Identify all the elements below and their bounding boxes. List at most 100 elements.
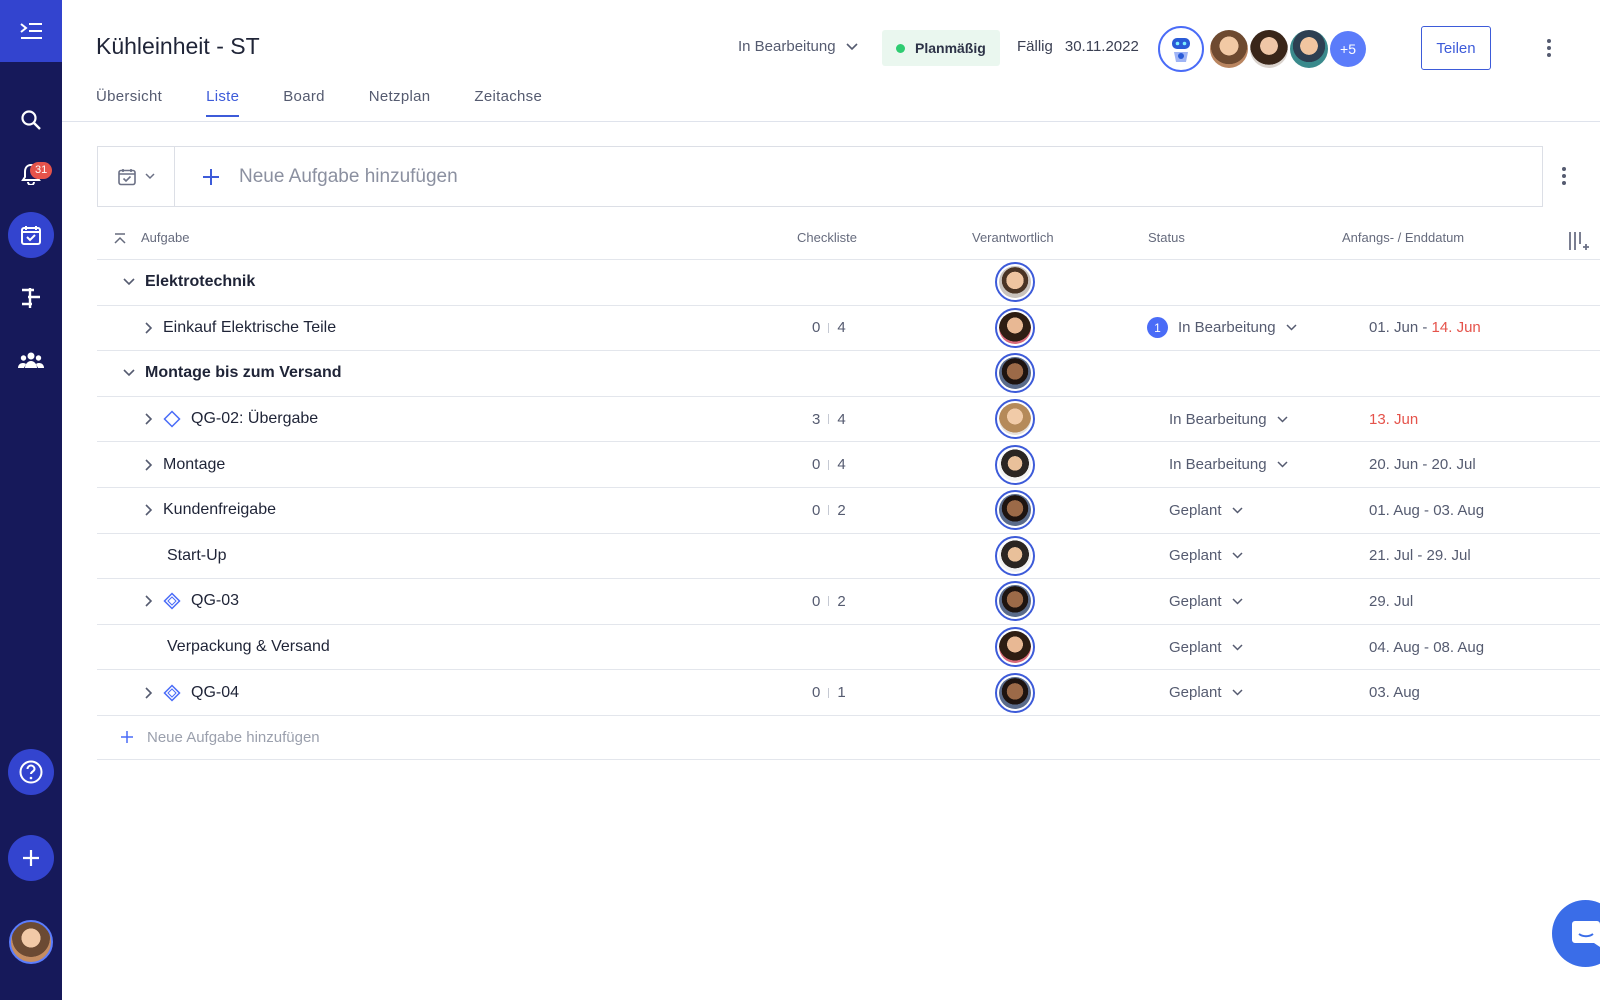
help-button[interactable] <box>0 746 62 798</box>
add-icon[interactable] <box>201 167 221 187</box>
status-label: In Bearbeitung <box>1169 410 1267 428</box>
tab-overview[interactable]: Übersicht <box>96 88 162 117</box>
search-button[interactable] <box>0 98 62 142</box>
status-dropdown[interactable]: Geplant <box>1169 593 1243 610</box>
add-task-row[interactable]: Neue Aufgabe hinzufügen <box>97 716 1600 760</box>
avatar[interactable] <box>995 581 1035 622</box>
due-date[interactable]: Fällig 30.11.2022 <box>1017 38 1139 55</box>
table-row[interactable]: Montage 04 In Bearbeitung 20. Jun - 20. … <box>97 442 1600 488</box>
tab-network[interactable]: Netzplan <box>369 88 431 117</box>
task-dates[interactable]: 04. Aug - 08. Aug <box>1369 639 1484 656</box>
task-dates[interactable]: 21. Jul - 29. Jul <box>1369 547 1471 564</box>
share-button[interactable]: Teilen <box>1421 26 1491 70</box>
member-avatar-1[interactable] <box>1210 30 1248 68</box>
checklist-done: 0 <box>812 319 821 337</box>
column-settings-icon[interactable] <box>1567 230 1589 252</box>
list-options-icon[interactable] <box>1562 167 1566 185</box>
checklist-done: 0 <box>812 592 821 610</box>
task-dates[interactable]: 20. Jun - 20. Jul <box>1369 456 1476 473</box>
checklist-total: 1 <box>837 684 846 702</box>
task-dates[interactable]: 29. Jul <box>1369 593 1413 610</box>
column-responsible[interactable]: Verantwortlich <box>972 230 1054 245</box>
chevron-right-icon[interactable] <box>145 322 153 334</box>
table-row[interactable]: QG-04 01 Geplant 03. Aug <box>97 670 1600 716</box>
table-row[interactable]: Einkauf Elektrische Teile 04 1 In Bearbe… <box>97 306 1600 352</box>
notifications-button[interactable]: 31 <box>0 152 62 196</box>
avatar[interactable] <box>995 444 1035 485</box>
status-label: In Bearbeitung <box>1169 456 1267 474</box>
chevron-down-icon <box>1232 689 1243 696</box>
more-options-icon[interactable] <box>1547 39 1551 57</box>
avatar[interactable] <box>995 307 1035 348</box>
task-dates[interactable]: 01. Aug - 03. Aug <box>1369 502 1484 519</box>
chat-launcher-button[interactable] <box>1552 900 1600 967</box>
chevron-right-icon[interactable] <box>145 504 153 516</box>
table-row[interactable]: Montage bis zum Versand <box>97 351 1600 397</box>
timeline-nav-button[interactable] <box>0 275 62 319</box>
column-task[interactable]: Aufgabe <box>141 230 189 245</box>
column-status[interactable]: Status <box>1148 230 1185 245</box>
avatar[interactable] <box>995 353 1035 394</box>
column-checklist[interactable]: Checkliste <box>797 230 857 245</box>
end-date-overdue: 14. Jun <box>1431 319 1481 337</box>
task-dates[interactable]: 13. Jun <box>1369 411 1418 428</box>
collapse-all-icon[interactable] <box>113 232 127 246</box>
tab-list[interactable]: Liste <box>206 88 240 117</box>
task-dates[interactable]: 01. Jun - 14. Jun <box>1369 319 1481 336</box>
avatar[interactable] <box>995 490 1035 531</box>
member-avatar-3[interactable] <box>1290 30 1328 68</box>
table-row[interactable]: QG-03 02 Geplant 29. Jul <box>97 579 1600 625</box>
avatar[interactable] <box>995 399 1035 440</box>
status-dropdown[interactable]: Geplant <box>1169 502 1243 519</box>
member-avatar-2[interactable] <box>1250 30 1288 68</box>
tasks-nav-button[interactable] <box>0 212 62 258</box>
status-dropdown[interactable]: Geplant <box>1169 684 1243 701</box>
task-type-dropdown[interactable] <box>98 147 175 206</box>
avatar[interactable] <box>995 535 1035 576</box>
milestone-diamond-icon <box>163 410 181 428</box>
table-row[interactable]: Kundenfreigabe 02 Geplant 01. Aug - 03. … <box>97 488 1600 534</box>
menu-collapse-icon <box>20 23 42 39</box>
column-dates[interactable]: Anfangs- / Enddatum <box>1342 230 1464 245</box>
project-status-dropdown[interactable]: In Bearbeitung <box>738 38 858 55</box>
status-label: Geplant <box>1169 684 1222 702</box>
avatar[interactable] <box>995 672 1035 713</box>
chevron-right-icon[interactable] <box>145 413 153 425</box>
status-dropdown[interactable]: 1 In Bearbeitung <box>1147 317 1297 339</box>
tab-board[interactable]: Board <box>283 88 325 117</box>
table-row[interactable]: Elektrotechnik <box>97 260 1600 306</box>
avatar[interactable] <box>995 262 1035 303</box>
new-task-input[interactable]: Neue Aufgabe hinzufügen <box>239 166 458 188</box>
table-row[interactable]: Start-Up Geplant 21. Jul - 29. Jul <box>97 534 1600 580</box>
tab-timeline[interactable]: Zeitachse <box>474 88 542 117</box>
status-dropdown[interactable]: In Bearbeitung <box>1169 411 1288 428</box>
add-task-bar: Neue Aufgabe hinzufügen <box>97 146 1543 207</box>
assistant-avatar[interactable] <box>1158 26 1204 72</box>
task-dates[interactable]: 03. Aug <box>1369 684 1420 701</box>
status-dropdown[interactable]: Geplant <box>1169 547 1243 564</box>
member-avatars[interactable]: +5 <box>1158 26 1366 72</box>
menu-toggle-button[interactable] <box>0 0 62 62</box>
create-circle <box>8 835 54 881</box>
chat-icon <box>1571 920 1600 947</box>
chevron-down-icon[interactable] <box>123 369 135 377</box>
create-button[interactable] <box>0 832 62 884</box>
chevron-down-icon <box>1286 324 1297 331</box>
status-count-badge: 1 <box>1147 317 1168 339</box>
table-row[interactable]: QG-02: Übergabe 34 In Bearbeitung 13. Ju… <box>97 397 1600 443</box>
chevron-down-icon <box>1232 552 1243 559</box>
checklist-progress: 02 <box>812 593 846 610</box>
more-members-count[interactable]: +5 <box>1330 31 1366 67</box>
team-nav-button[interactable] <box>0 338 62 382</box>
task-name: Verpackung & Versand <box>167 638 330 656</box>
chevron-right-icon[interactable] <box>145 687 153 699</box>
chevron-right-icon[interactable] <box>145 595 153 608</box>
status-dropdown[interactable]: In Bearbeitung <box>1169 456 1288 473</box>
table-row[interactable]: Verpackung & Versand Geplant 04. Aug - 0… <box>97 625 1600 671</box>
chevron-right-icon[interactable] <box>145 459 153 471</box>
chevron-down-icon[interactable] <box>123 278 135 286</box>
user-profile-button[interactable] <box>0 916 62 968</box>
task-name: QG-03 <box>191 592 240 610</box>
status-dropdown[interactable]: Geplant <box>1169 639 1243 656</box>
avatar[interactable] <box>995 627 1035 668</box>
